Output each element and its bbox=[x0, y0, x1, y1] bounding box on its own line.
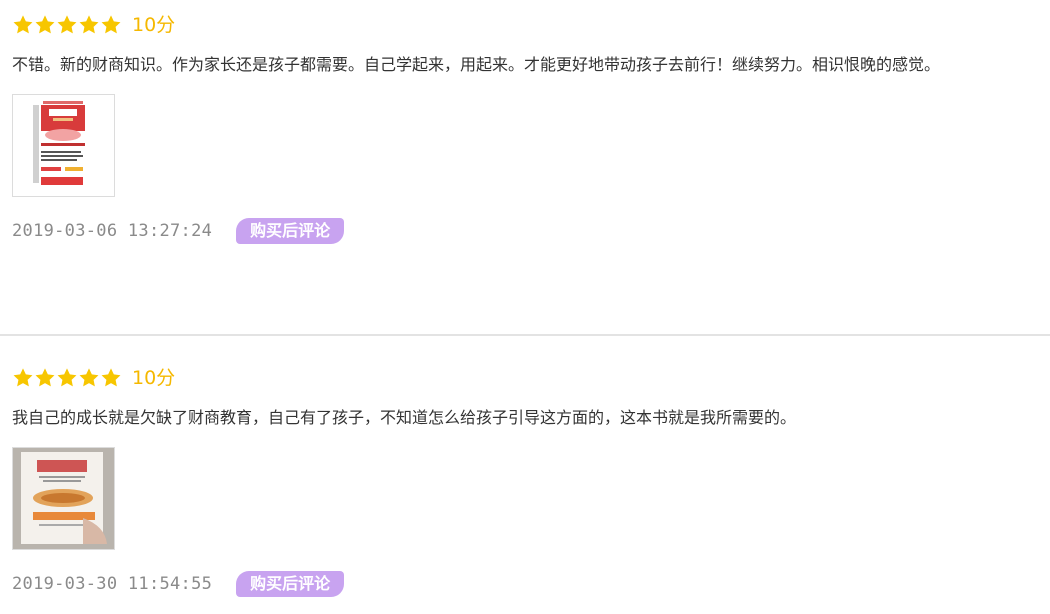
star-icon bbox=[100, 367, 122, 389]
review-image-thumbnail[interactable] bbox=[12, 94, 115, 197]
review-text: 我自己的成长就是欠缺了财商教育，自己有了孩子，不知道怎么给孩子引导这方面的，这本… bbox=[12, 408, 797, 427]
review-text: 不错。新的财商知识。作为家长还是孩子都需要。自己学起来，用起来。才能更好地带动孩… bbox=[12, 55, 941, 74]
star-icon bbox=[78, 367, 100, 389]
book-photo-icon bbox=[13, 448, 114, 549]
star-icon bbox=[56, 14, 78, 36]
star-icon bbox=[12, 14, 34, 36]
review-item: 10分 我自己的成长就是欠缺了财商教育，自己有了孩子，不知道怎么给孩子引导这方面… bbox=[0, 336, 1050, 614]
purchase-review-badge: 购买后评论 bbox=[236, 218, 345, 244]
score-label: 10分 bbox=[132, 367, 176, 389]
star-icon bbox=[34, 14, 56, 36]
rating-row: 10分 bbox=[12, 12, 175, 38]
purchase-review-badge: 购买后评论 bbox=[236, 571, 345, 597]
book-cover-icon bbox=[13, 95, 114, 196]
star-icon bbox=[12, 367, 34, 389]
star-icon bbox=[34, 367, 56, 389]
review-meta: 2019-03-06 13:27:24 购买后评论 bbox=[12, 217, 345, 245]
star-icon bbox=[56, 367, 78, 389]
star-icon bbox=[100, 14, 122, 36]
star-rating bbox=[12, 367, 122, 389]
rating-row: 10分 bbox=[12, 365, 175, 391]
review-image-thumbnail[interactable] bbox=[12, 447, 115, 550]
star-icon bbox=[78, 14, 100, 36]
review-timestamp: 2019-03-06 13:27:24 bbox=[12, 221, 213, 241]
star-rating bbox=[12, 14, 122, 36]
review-meta: 2019-03-30 11:54:55 购买后评论 bbox=[12, 570, 345, 598]
review-timestamp: 2019-03-30 11:54:55 bbox=[12, 574, 213, 594]
review-item: 10分 不错。新的财商知识。作为家长还是孩子都需要。自己学起来，用起来。才能更好… bbox=[0, 0, 1050, 334]
score-label: 10分 bbox=[132, 14, 176, 36]
